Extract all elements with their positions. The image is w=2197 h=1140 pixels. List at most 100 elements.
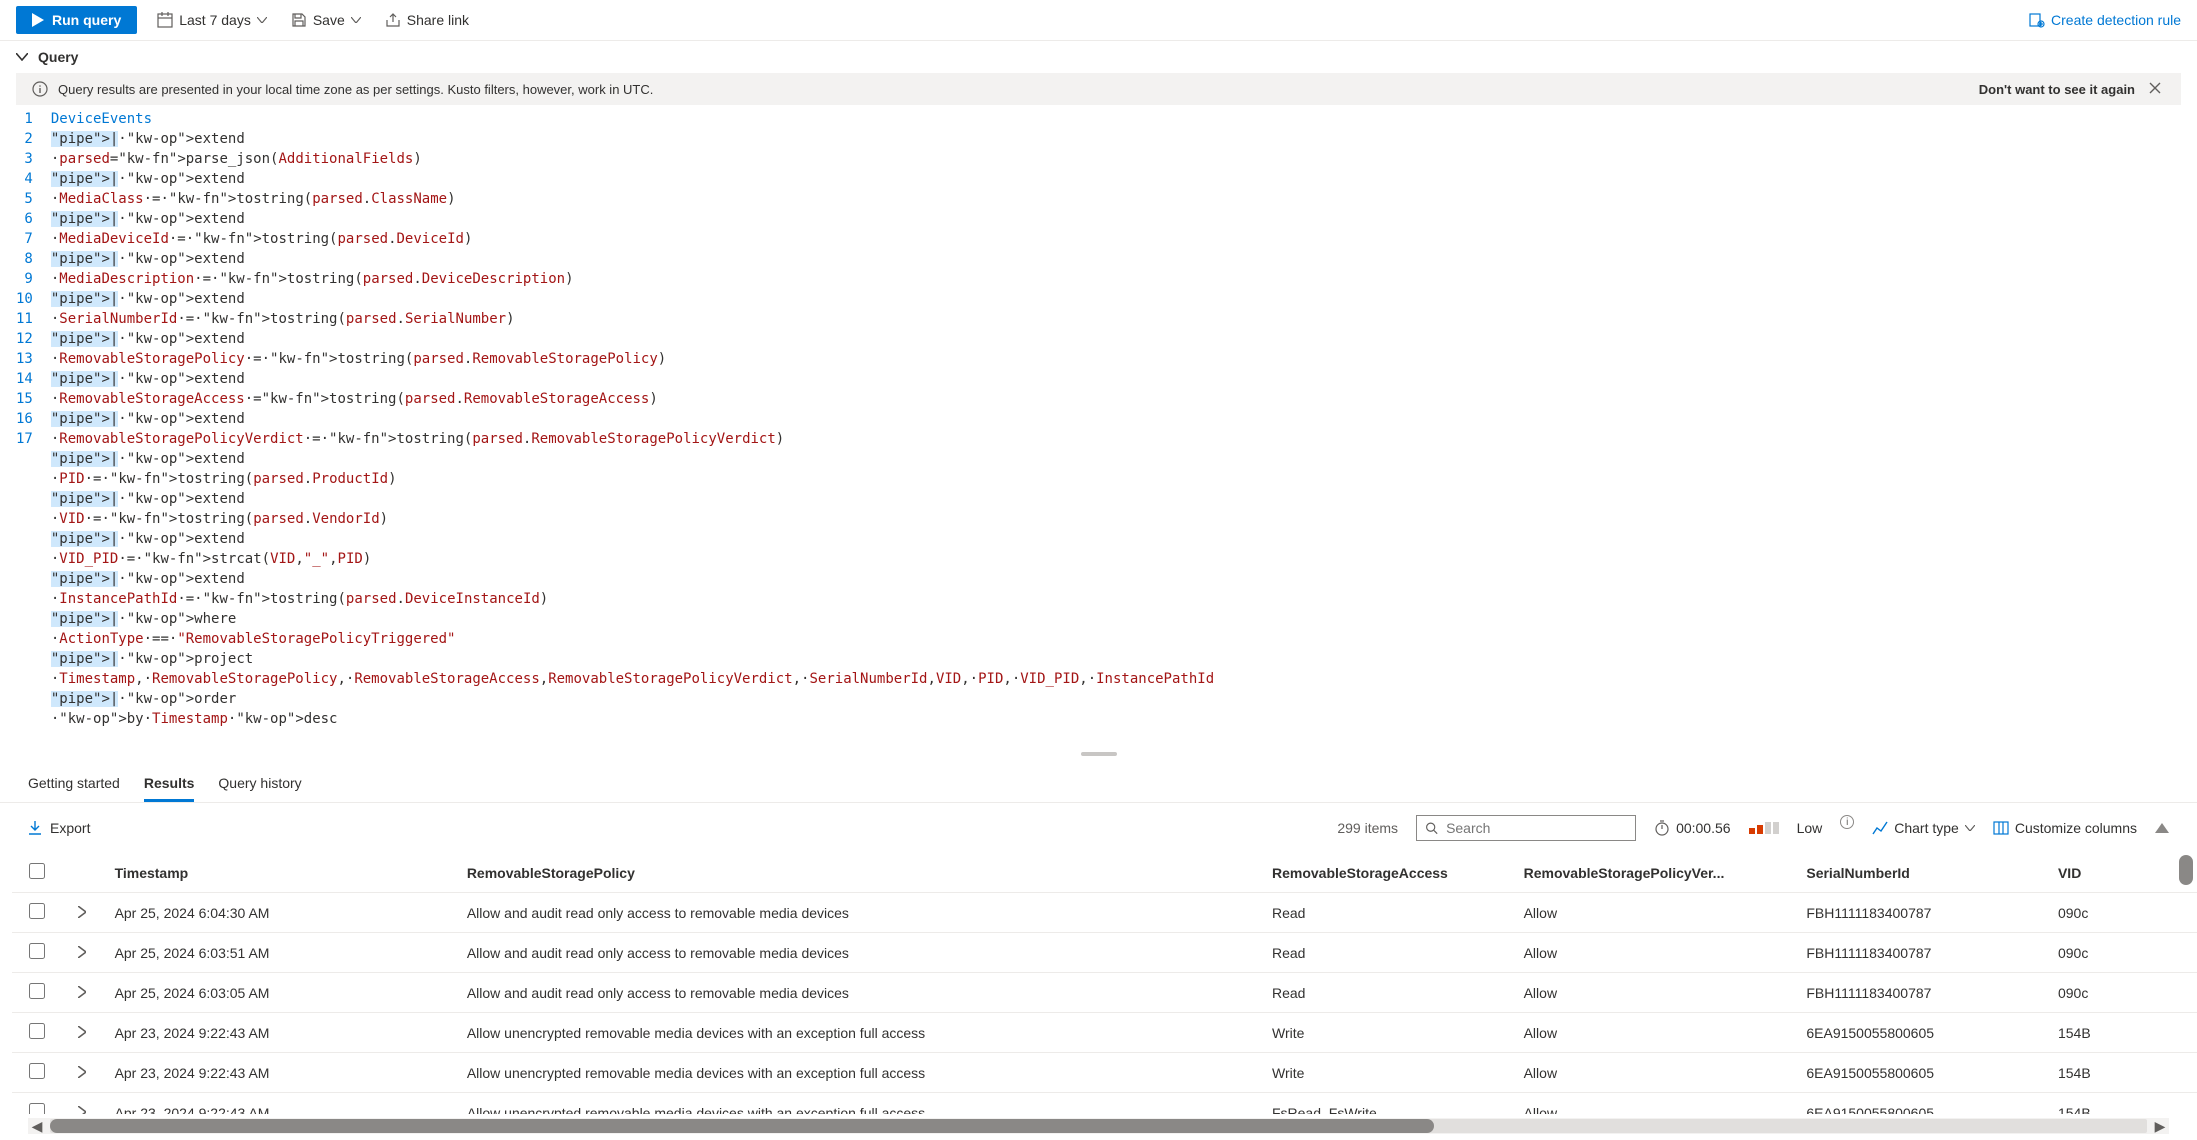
- info-dismiss-link[interactable]: Don't want to see it again: [1979, 82, 2135, 97]
- col-header-access[interactable]: RemovableStorageAccess: [1260, 853, 1512, 893]
- save-dropdown[interactable]: Save: [287, 8, 365, 32]
- cell-policy: Allow unencrypted removable media device…: [455, 1053, 1260, 1093]
- chevron-down-icon: [351, 17, 361, 23]
- col-header-vid[interactable]: VID: [2046, 853, 2197, 893]
- info-bar: Query results are presented in your loca…: [16, 73, 2181, 105]
- cell-serial: FBH1111183400787: [1794, 973, 2046, 1013]
- save-label: Save: [313, 12, 345, 28]
- cell-verdict: Allow: [1512, 1053, 1795, 1093]
- cell-vid: 154B: [2046, 1093, 2197, 1115]
- horizontal-scrollbar-thumb[interactable]: [50, 1119, 1434, 1133]
- share-label: Share link: [407, 12, 469, 28]
- expand-row-icon[interactable]: [78, 1066, 86, 1078]
- table-row[interactable]: Apr 23, 2024 9:22:43 AMAllow unencrypted…: [12, 1093, 2197, 1115]
- run-query-label: Run query: [52, 12, 121, 28]
- elapsed-time: 00:00.56: [1676, 820, 1731, 836]
- results-table-wrapper: Timestamp RemovableStoragePolicy Removab…: [0, 853, 2197, 1114]
- cell-access: Read: [1260, 973, 1512, 1013]
- row-checkbox[interactable]: [29, 1063, 45, 1079]
- cell-serial: 6EA9150055800605: [1794, 1013, 2046, 1053]
- query-timer: 00:00.56: [1654, 820, 1731, 836]
- chart-icon: [1872, 820, 1888, 836]
- cell-access: Write: [1260, 1053, 1512, 1093]
- scroll-right-icon[interactable]: ▶: [2151, 1118, 2169, 1135]
- cell-serial: 6EA9150055800605: [1794, 1093, 2046, 1115]
- query-title: Query: [38, 49, 78, 65]
- cell-timestamp: Apr 23, 2024 9:22:43 AM: [103, 1053, 455, 1093]
- cell-access: Read: [1260, 933, 1512, 973]
- cell-policy: Allow and audit read only access to remo…: [455, 933, 1260, 973]
- info-icon: [32, 81, 48, 97]
- cell-serial: FBH1111183400787: [1794, 893, 2046, 933]
- columns-icon: [1993, 820, 2009, 836]
- create-detection-rule-button[interactable]: Create detection rule: [2029, 12, 2181, 28]
- info-icon[interactable]: i: [1840, 815, 1854, 829]
- results-table: Timestamp RemovableStoragePolicy Removab…: [12, 853, 2197, 1114]
- cell-timestamp: Apr 25, 2024 6:03:05 AM: [103, 973, 455, 1013]
- select-all-checkbox[interactable]: [29, 863, 45, 879]
- row-checkbox[interactable]: [29, 1023, 45, 1039]
- query-section-header[interactable]: Query: [0, 41, 2197, 73]
- row-checkbox[interactable]: [29, 1103, 45, 1114]
- export-label: Export: [50, 820, 90, 836]
- cell-access: Write: [1260, 1013, 1512, 1053]
- cell-timestamp: Apr 23, 2024 9:22:43 AM: [103, 1013, 455, 1053]
- search-input[interactable]: [1446, 820, 1627, 836]
- cell-vid: 090c: [2046, 973, 2197, 1013]
- horizontal-scrollbar[interactable]: ◀ ▶: [28, 1118, 2169, 1134]
- detection-rule-icon: [2029, 12, 2045, 28]
- cell-timestamp: Apr 25, 2024 6:03:51 AM: [103, 933, 455, 973]
- query-editor[interactable]: 1234567891011121314151617 DeviceEvents"p…: [0, 105, 2197, 749]
- scroll-left-icon[interactable]: ◀: [28, 1118, 46, 1135]
- run-query-button[interactable]: Run query: [16, 6, 137, 34]
- search-input-wrapper[interactable]: [1416, 815, 1636, 841]
- info-close-button[interactable]: [2145, 82, 2165, 97]
- customize-label: Customize columns: [2015, 820, 2137, 836]
- customize-columns-button[interactable]: Customize columns: [1993, 820, 2137, 836]
- col-header-timestamp[interactable]: Timestamp: [103, 853, 455, 893]
- scroll-up-icon[interactable]: [2155, 823, 2169, 833]
- table-row[interactable]: Apr 25, 2024 6:03:51 AMAllow and audit r…: [12, 933, 2197, 973]
- cell-serial: FBH1111183400787: [1794, 933, 2046, 973]
- row-checkbox[interactable]: [29, 903, 45, 919]
- chevron-down-icon: [16, 53, 28, 61]
- cell-serial: 6EA9150055800605: [1794, 1053, 2046, 1093]
- cell-verdict: Allow: [1512, 973, 1795, 1013]
- search-icon: [1425, 820, 1438, 836]
- vertical-scrollbar-thumb[interactable]: [2179, 855, 2193, 885]
- splitter-handle[interactable]: [0, 749, 2197, 759]
- chevron-down-icon: [1965, 825, 1975, 831]
- tab-results[interactable]: Results: [144, 767, 195, 802]
- time-range-label: Last 7 days: [179, 12, 251, 28]
- expand-row-icon[interactable]: [78, 986, 86, 998]
- expand-row-icon[interactable]: [78, 946, 86, 958]
- cell-vid: 090c: [2046, 933, 2197, 973]
- col-header-verdict[interactable]: RemovableStoragePolicyVer...: [1512, 853, 1795, 893]
- row-checkbox[interactable]: [29, 943, 45, 959]
- cell-verdict: Allow: [1512, 893, 1795, 933]
- table-row[interactable]: Apr 25, 2024 6:04:30 AMAllow and audit r…: [12, 893, 2197, 933]
- tab-query-history[interactable]: Query history: [218, 767, 301, 802]
- expand-row-icon[interactable]: [78, 906, 86, 918]
- time-range-dropdown[interactable]: Last 7 days: [153, 8, 271, 32]
- cell-policy: Allow and audit read only access to remo…: [455, 893, 1260, 933]
- cell-verdict: Allow: [1512, 933, 1795, 973]
- tab-getting-started[interactable]: Getting started: [28, 767, 120, 802]
- col-header-serial[interactable]: SerialNumberId: [1794, 853, 2046, 893]
- chart-type-dropdown[interactable]: Chart type: [1872, 820, 1975, 836]
- play-icon: [32, 13, 44, 27]
- share-link-button[interactable]: Share link: [381, 8, 473, 32]
- stopwatch-icon: [1654, 820, 1670, 836]
- export-button[interactable]: Export: [28, 820, 90, 836]
- close-icon: [2149, 82, 2161, 94]
- expand-row-icon[interactable]: [78, 1106, 86, 1115]
- row-checkbox[interactable]: [29, 983, 45, 999]
- col-header-policy[interactable]: RemovableStoragePolicy: [455, 853, 1260, 893]
- expand-row-icon[interactable]: [78, 1026, 86, 1038]
- download-icon: [28, 820, 42, 836]
- table-row[interactable]: Apr 25, 2024 6:03:05 AMAllow and audit r…: [12, 973, 2197, 1013]
- table-row[interactable]: Apr 23, 2024 9:22:43 AMAllow unencrypted…: [12, 1013, 2197, 1053]
- calendar-icon: [157, 12, 173, 28]
- cell-access: FsRead, FsWrite: [1260, 1093, 1512, 1115]
- table-row[interactable]: Apr 23, 2024 9:22:43 AMAllow unencrypted…: [12, 1053, 2197, 1093]
